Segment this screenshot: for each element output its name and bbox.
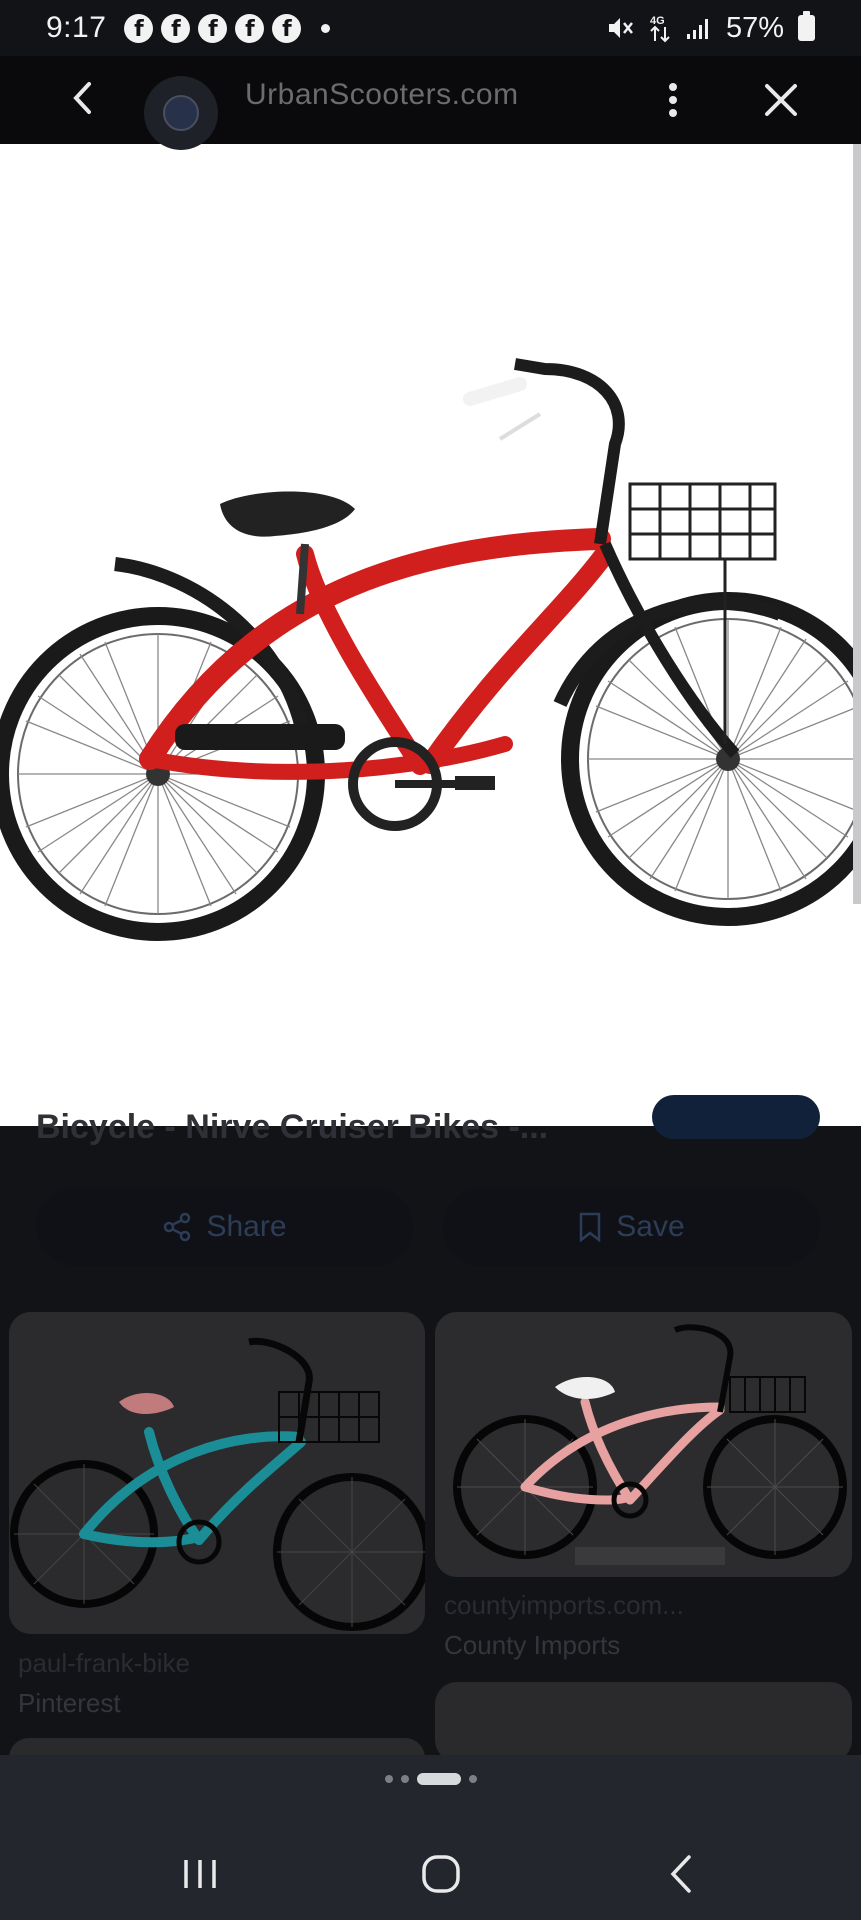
battery-percent: 57% xyxy=(725,11,784,44)
chain-guard xyxy=(175,724,345,750)
share-label: Share xyxy=(206,1209,287,1243)
related-image-card[interactable] xyxy=(9,1312,425,1634)
page-dot xyxy=(400,1775,409,1783)
pink-cruiser-bike-image xyxy=(435,1312,852,1577)
status-left: 9:17 f f f f f xyxy=(46,11,331,45)
screen: 9:17 f f f f f 4G 57% UrbanScooters.com … xyxy=(0,0,861,1920)
facebook-icon: f xyxy=(272,13,302,43)
status-bar: 9:17 f f f f f 4G 57% xyxy=(0,0,861,56)
result-title[interactable]: Bicycle - Nirve Cruiser Bikes -... xyxy=(36,1108,548,1147)
front-wheel xyxy=(561,592,861,926)
mute-icon xyxy=(608,18,633,38)
page-dot xyxy=(468,1775,477,1783)
facebook-icon: f xyxy=(161,13,191,43)
related-source: County Imports xyxy=(444,1630,621,1660)
battery-icon xyxy=(798,11,815,41)
bookmark-icon xyxy=(580,1212,601,1242)
image-viewer-header: UrbanScooters.com xyxy=(0,56,861,150)
system-back-button[interactable] xyxy=(651,1844,711,1904)
more-vert-icon xyxy=(669,83,677,117)
facebook-icon: f xyxy=(198,13,228,43)
facebook-icon: f xyxy=(124,13,154,43)
home-button[interactable] xyxy=(411,1844,471,1904)
main-image[interactable] xyxy=(0,144,861,1126)
saddle xyxy=(220,491,355,537)
facebook-icon: f xyxy=(235,13,265,43)
status-right: 4G 57% xyxy=(606,11,815,45)
save-button[interactable]: Save xyxy=(443,1187,820,1266)
red-cruiser-bike-image xyxy=(0,358,861,941)
signal-icon xyxy=(686,19,708,39)
site-logo-icon xyxy=(163,95,199,131)
page-dot-active xyxy=(416,1773,461,1785)
image-scrollbar[interactable] xyxy=(853,144,861,904)
recent-apps-icon xyxy=(184,1859,216,1888)
svg-text:4G: 4G xyxy=(650,15,665,27)
more-notifications-dot xyxy=(321,23,331,33)
site-favicon xyxy=(144,76,218,150)
save-label: Save xyxy=(616,1209,685,1243)
related-caption[interactable]: countyimports.com... xyxy=(444,1590,684,1621)
home-icon xyxy=(421,1854,460,1893)
more-options-button[interactable] xyxy=(658,76,688,124)
chevron-left-icon xyxy=(73,82,91,114)
notification-icons: f f f f f xyxy=(124,13,302,43)
related-source: Pinterest xyxy=(18,1688,121,1718)
related-image-card[interactable] xyxy=(435,1682,852,1762)
page-indicator xyxy=(0,1773,861,1785)
site-url[interactable]: UrbanScooters.com xyxy=(245,78,519,112)
back-icon xyxy=(670,1854,691,1893)
close-button[interactable] xyxy=(757,76,805,124)
related-caption[interactable]: paul-frank-bike xyxy=(18,1648,190,1679)
status-time: 9:17 xyxy=(46,11,107,44)
visit-button[interactable] xyxy=(652,1095,820,1139)
share-icon xyxy=(164,1212,191,1241)
handlebar xyxy=(514,358,625,545)
data-transfer-icon: 4G xyxy=(650,15,670,43)
rear-fender xyxy=(114,557,312,746)
close-icon xyxy=(765,84,797,116)
back-button[interactable] xyxy=(63,74,101,122)
system-navigation-bar xyxy=(0,1827,861,1920)
related-image-card[interactable] xyxy=(435,1312,852,1577)
share-button[interactable]: Share xyxy=(36,1187,413,1266)
recent-apps-button[interactable] xyxy=(170,1844,230,1904)
teal-cruiser-bike-image xyxy=(9,1312,425,1634)
page-dot xyxy=(384,1775,393,1783)
